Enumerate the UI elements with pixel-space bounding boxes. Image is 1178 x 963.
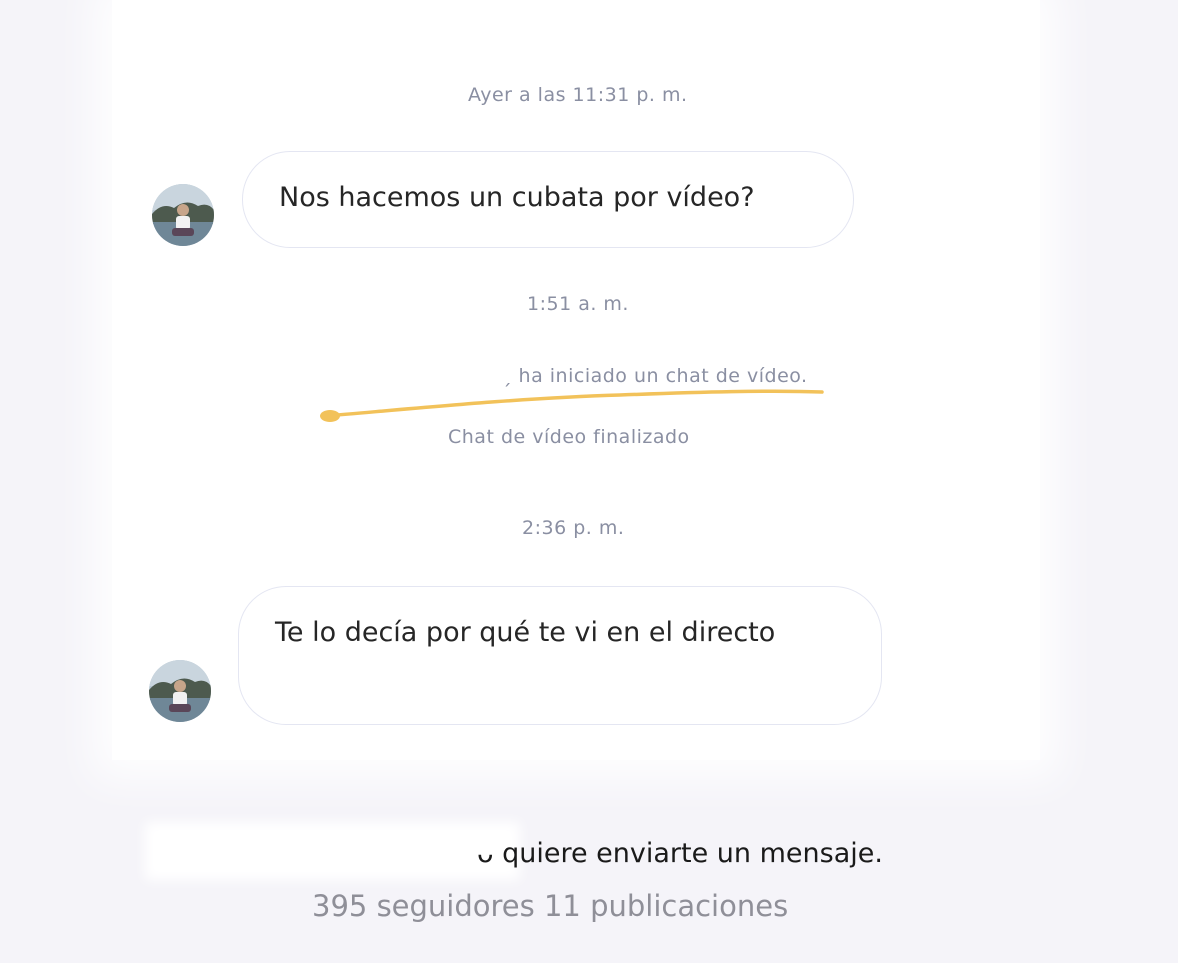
redacted-name-tail: ᴗ (477, 838, 503, 869)
redacted-username (145, 822, 520, 880)
message-request-text: ᴗ quiere enviarte un mensaje. (477, 838, 883, 869)
highlight-annotation (320, 389, 824, 422)
profile-stats: 395 seguidores 11 publicaciones (312, 889, 789, 923)
